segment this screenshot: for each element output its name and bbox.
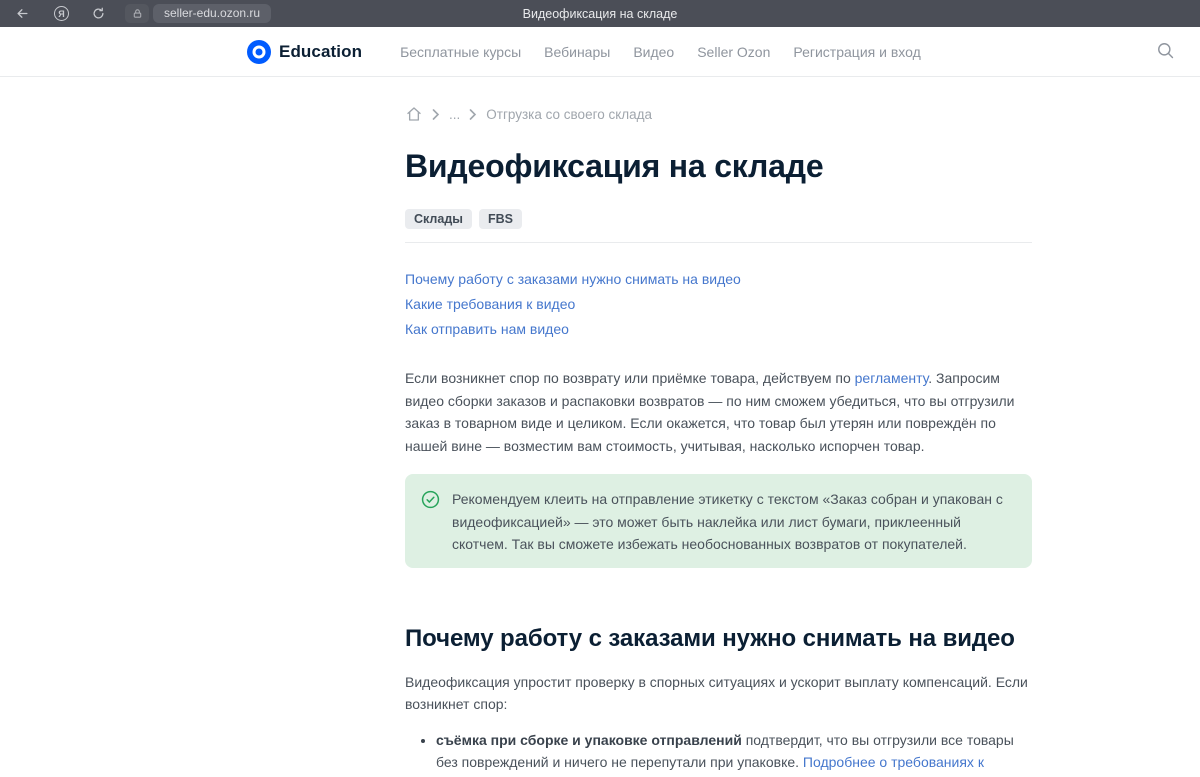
reglament-link[interactable]: регламенту bbox=[855, 370, 929, 386]
yandex-browser-icon[interactable]: Я bbox=[53, 5, 70, 22]
ozon-education-logo[interactable]: Education bbox=[247, 39, 363, 64]
bullet-bold-text: съёмка при сборке и упаковке отправлений bbox=[436, 731, 742, 748]
breadcrumb: ... Отгрузка со своего склада bbox=[405, 105, 1032, 123]
toc-link-why[interactable]: Почему работу с заказами нужно снимать н… bbox=[405, 267, 1032, 292]
chevron-right-icon bbox=[469, 108, 477, 120]
tag-list: Склады FBS bbox=[405, 209, 1032, 229]
home-icon[interactable] bbox=[405, 105, 423, 123]
page-title: Видеофиксация на складе bbox=[405, 148, 824, 184]
nav-item-free-courses[interactable]: Бесплатные курсы bbox=[400, 44, 521, 60]
brand-name: Education bbox=[279, 41, 363, 61]
section-lead: Видеофиксация упростит проверку в спорны… bbox=[405, 673, 1028, 713]
back-icon[interactable] bbox=[14, 5, 31, 22]
nav-item-video[interactable]: Видео bbox=[633, 44, 674, 60]
list-item: съёмка при сборке и упаковке отправлений… bbox=[436, 729, 1032, 777]
tag-fbs[interactable]: FBS bbox=[478, 209, 522, 229]
nav-item-seller-ozon[interactable]: Seller Ozon bbox=[697, 44, 770, 60]
recommendation-callout: Рекомендуем клеить на отправление этикет… bbox=[405, 474, 1032, 568]
breadcrumb-current[interactable]: Отгрузка со своего склада bbox=[486, 107, 652, 122]
table-of-contents: Почему работу с заказами нужно снимать н… bbox=[405, 267, 1032, 342]
nav-menu: Бесплатные курсы Вебинары Видео Seller O… bbox=[400, 44, 921, 60]
nav-item-sign-in[interactable]: Регистрация и вход bbox=[793, 44, 920, 60]
intro-paragraph: Если возникнет спор по возврату или приё… bbox=[405, 367, 1032, 457]
section-heading-why: Почему работу с заказами нужно снимать н… bbox=[405, 624, 1015, 652]
check-circle-icon bbox=[421, 490, 440, 509]
tag-sklady[interactable]: Склады bbox=[405, 209, 472, 229]
divider bbox=[405, 242, 1032, 243]
yandex-glyph: Я bbox=[54, 6, 69, 21]
toc-link-requirements[interactable]: Какие требования к видео bbox=[405, 292, 1032, 317]
site-navbar: Education Бесплатные курсы Вебинары Виде… bbox=[0, 27, 1200, 77]
toc-link-send[interactable]: Как отправить нам видео bbox=[405, 317, 1032, 342]
nav-item-webinars[interactable]: Вебинары bbox=[544, 44, 610, 60]
article-content: ... Отгрузка со своего склада Видеофикса… bbox=[405, 105, 1032, 777]
ozon-logo-icon bbox=[247, 39, 271, 64]
callout-text: Рекомендуем клеить на отправление этикет… bbox=[452, 491, 1003, 552]
lock-icon[interactable] bbox=[125, 4, 149, 23]
chevron-right-icon bbox=[432, 108, 440, 120]
bullet-list: съёмка при сборке и упаковке отправлений… bbox=[405, 729, 1032, 777]
address-bar[interactable]: seller-edu.ozon.ru bbox=[153, 4, 272, 23]
breadcrumb-ellipsis[interactable]: ... bbox=[449, 107, 460, 122]
browser-chrome: Я seller-edu.ozon.ru Видеофиксация на ск… bbox=[0, 0, 1200, 27]
search-icon[interactable] bbox=[1156, 41, 1176, 61]
reload-icon[interactable] bbox=[90, 5, 107, 22]
intro-text-before: Если возникнет спор по возврату или приё… bbox=[405, 370, 855, 386]
